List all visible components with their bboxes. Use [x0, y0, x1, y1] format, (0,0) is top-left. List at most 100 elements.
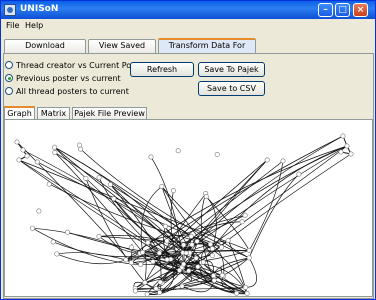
graph-node[interactable] — [162, 223, 168, 229]
graph-node[interactable] — [219, 244, 225, 250]
graph-node[interactable] — [209, 252, 215, 258]
graph-node[interactable] — [145, 240, 151, 246]
graph-node[interactable] — [30, 225, 36, 231]
graph-node[interactable] — [170, 188, 176, 194]
graph-node[interactable] — [138, 261, 144, 267]
graph-node[interactable] — [128, 244, 134, 250]
graph-node[interactable] — [296, 171, 302, 177]
graph-edge — [125, 145, 348, 261]
graph-node[interactable] — [142, 280, 148, 286]
graph-node[interactable] — [54, 251, 60, 257]
graph-node[interactable] — [159, 183, 165, 189]
graph-node[interactable] — [203, 194, 209, 200]
subtab-pajek-preview[interactable]: Pajek File Preview — [72, 107, 147, 119]
menu-help[interactable]: Help — [25, 21, 43, 30]
graph-node[interactable] — [76, 142, 82, 148]
graph-node[interactable] — [52, 150, 58, 156]
graph-node[interactable] — [144, 291, 150, 296]
subtab-matrix[interactable]: Matrix — [37, 107, 70, 119]
graph-node[interactable] — [181, 261, 187, 267]
tab-transform-data[interactable]: Transform Data For Pajek — [158, 38, 256, 62]
graph-node[interactable] — [264, 157, 270, 163]
graph-node[interactable] — [225, 238, 231, 244]
graph-node[interactable] — [20, 147, 26, 153]
subtab-graph[interactable]: Graph — [4, 106, 35, 119]
graph-node[interactable] — [219, 272, 225, 278]
graph-node[interactable] — [164, 257, 170, 263]
graph-node[interactable] — [24, 153, 30, 159]
graph-node[interactable] — [193, 255, 199, 261]
graph-node[interactable] — [183, 250, 189, 256]
radio-icon[interactable] — [5, 61, 13, 69]
network-graph-canvas[interactable] — [4, 119, 373, 297]
graph-node[interactable] — [179, 283, 185, 289]
graph-node[interactable] — [242, 284, 248, 290]
graph-node[interactable] — [242, 212, 248, 218]
graph-node[interactable] — [132, 288, 138, 294]
graph-node[interactable] — [209, 246, 215, 252]
title-bar[interactable]: UNISoN – □ × — [1, 1, 375, 19]
graph-node[interactable] — [50, 239, 56, 245]
graph-node[interactable] — [200, 259, 206, 265]
graph-node[interactable] — [211, 278, 217, 284]
graph-node[interactable] — [234, 290, 240, 296]
graph-node[interactable] — [244, 290, 250, 296]
graph-node[interactable] — [153, 286, 159, 292]
graph-node[interactable] — [280, 158, 286, 164]
graph-node[interactable] — [140, 249, 146, 255]
option-thread-creator[interactable]: Thread creator vs Current Poster — [5, 61, 147, 72]
graph-node[interactable] — [123, 257, 129, 263]
graph-node[interactable] — [207, 241, 213, 247]
radio-icon[interactable] — [5, 87, 13, 95]
save-to-csv-button[interactable]: Save to CSV — [198, 81, 265, 96]
graph-node[interactable] — [246, 255, 252, 261]
option-previous-poster[interactable]: Previous poster vs current — [5, 74, 121, 85]
graph-node[interactable] — [340, 133, 346, 139]
graph-node[interactable] — [96, 233, 102, 239]
tab-download-messages[interactable]: Download Messages — [4, 39, 86, 62]
graph-node[interactable] — [156, 250, 162, 256]
graph-node[interactable] — [189, 242, 195, 248]
graph-node[interactable] — [214, 151, 220, 157]
graph-node[interactable] — [148, 154, 154, 160]
graph-node[interactable] — [164, 238, 170, 244]
graph-node[interactable] — [150, 259, 156, 265]
app-window: UNISoN – □ × File Help Download Messages… — [0, 0, 376, 300]
graph-node[interactable] — [195, 264, 201, 270]
graph-node[interactable] — [128, 260, 134, 266]
graph-node[interactable] — [16, 157, 22, 163]
graph-node[interactable] — [157, 290, 163, 296]
menu-file[interactable]: File — [6, 21, 19, 30]
graph-node[interactable] — [46, 181, 52, 187]
refresh-button[interactable]: Refresh — [130, 62, 194, 77]
graph-node[interactable] — [157, 279, 163, 285]
graph-node[interactable] — [348, 151, 354, 157]
graph-node[interactable] — [344, 143, 350, 149]
graph-node[interactable] — [239, 219, 245, 225]
graph-node[interactable] — [14, 139, 20, 145]
graph-node[interactable] — [188, 233, 194, 239]
graph-node[interactable] — [111, 196, 117, 202]
graph-node[interactable] — [52, 144, 58, 150]
save-to-pajek-button[interactable]: Save To Pajek — [198, 62, 265, 77]
graph-node[interactable] — [194, 238, 200, 244]
option-all-thread-posters[interactable]: All thread posters to current — [5, 87, 129, 98]
window-title: UNISoN — [20, 4, 59, 14]
graph-node[interactable] — [107, 182, 113, 188]
minimize-icon[interactable]: – — [318, 3, 333, 17]
close-icon[interactable]: × — [353, 3, 368, 17]
graph-node[interactable] — [175, 148, 181, 154]
graph-node[interactable] — [246, 247, 252, 253]
tab-view-saved-data[interactable]: View Saved Data — [88, 39, 156, 62]
graph-node[interactable] — [338, 149, 344, 155]
graph-node[interactable] — [65, 229, 71, 235]
graph-node[interactable] — [211, 273, 217, 279]
graph-node[interactable] — [83, 175, 89, 181]
graph-node[interactable] — [181, 242, 187, 248]
graph-node[interactable] — [186, 268, 192, 274]
graph-node[interactable] — [36, 208, 42, 214]
graph-node[interactable] — [34, 159, 40, 165]
radio-selected-icon[interactable] — [5, 74, 13, 82]
maximize-icon[interactable]: □ — [335, 3, 350, 17]
graph-node[interactable] — [96, 175, 102, 181]
